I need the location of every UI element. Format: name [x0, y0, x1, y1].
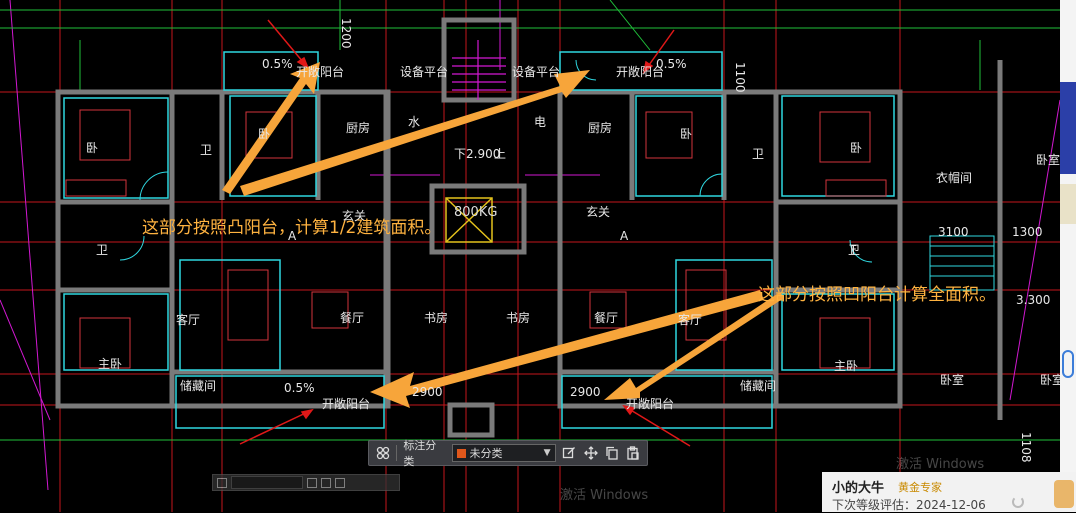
dim-3100: 3100: [938, 225, 969, 239]
right-edge-panel: [1060, 0, 1076, 512]
annotation-convex-balcony: 这部分按照凸阳台，计算1/2建筑面积。: [142, 218, 442, 238]
room-living-left: 客厅: [176, 313, 201, 327]
dim-2900-left: 2900: [412, 385, 443, 399]
open-balcony-label-br: 开敞阳台: [626, 397, 675, 411]
axis-a-right: A: [620, 229, 629, 243]
slope-label-bl: 0.5%: [284, 381, 315, 395]
room-master-left: 主卧: [98, 357, 123, 371]
windows-watermark-right: 激活 Windows: [896, 457, 985, 472]
room-water: 水: [408, 115, 421, 129]
level-evaluation-date: 下次等级评估：2024-12-06: [832, 498, 986, 512]
room-equipment-left: 设备平台: [400, 65, 449, 79]
slope-label-tr: 0.5%: [656, 57, 687, 71]
avatar[interactable]: [1054, 480, 1074, 508]
ghost-grid-icon: [217, 477, 227, 488]
room-bath-3: 卫: [752, 147, 765, 161]
dim-1100: 1100: [733, 62, 747, 93]
room-bedroom-1: 卧: [86, 141, 99, 155]
room-storage-left: 储藏间: [180, 379, 217, 393]
paste-icon[interactable]: [626, 445, 641, 461]
ghost-select: [231, 476, 303, 489]
dim-1300: 1300: [1012, 225, 1043, 239]
category-select-value: 未分类: [469, 447, 503, 460]
room-bedroom-right-1: 卧室: [1036, 153, 1061, 167]
chevron-down-icon: ▼: [543, 448, 551, 458]
room-bath-1: 卫: [200, 143, 213, 157]
dim-1200: 1200: [339, 18, 353, 49]
dim-2900-right: 2900: [570, 385, 601, 399]
copy-icon[interactable]: [604, 445, 619, 461]
move-icon[interactable]: [583, 445, 598, 461]
toolbar-divider: [396, 445, 398, 461]
room-study-right: 书房: [506, 311, 531, 325]
category-color-swatch: [456, 448, 466, 458]
room-study-left: 书房: [424, 311, 449, 325]
slope-label-tl: 0.5%: [262, 57, 293, 71]
room-electric: 电: [534, 115, 547, 129]
room-bedroom-2: 卧: [258, 127, 271, 141]
level-down: 下: [454, 147, 467, 161]
room-bedroom-4: 卧: [850, 141, 863, 155]
category-select[interactable]: 未分类 ▼: [451, 444, 556, 462]
room-bedroom-right-2: 卧室: [940, 373, 965, 387]
user-profile-card[interactable]: 小的大牛 黄金专家 下次等级评估：2024-12-06: [822, 472, 1076, 512]
room-cloakroom: 衣帽间: [936, 171, 973, 185]
room-bath-2: 卫: [96, 243, 109, 257]
room-kitchen-left: 厨房: [346, 121, 371, 135]
ghost-copy-icon: [335, 477, 345, 488]
annotation-concave-balcony: 这部分按照凹阳台计算全面积。: [758, 285, 996, 305]
annotation-toolbar: 标注分类 未分类 ▼: [368, 439, 648, 468]
room-kitchen-right: 厨房: [588, 121, 613, 135]
level-right: 3.300: [1016, 293, 1051, 307]
stair-symbol: [452, 40, 506, 100]
level-up: 上: [494, 147, 507, 161]
right-edge-thumb: [1060, 82, 1076, 174]
room-storage-right: 储藏间: [740, 379, 777, 393]
user-name[interactable]: 小的大牛: [832, 477, 884, 496]
edit-icon[interactable]: [562, 445, 577, 461]
database-icon: [1062, 350, 1074, 378]
toolbar-ghost: [212, 474, 400, 491]
room-dining-left: 餐厅: [340, 311, 365, 325]
category-label: 标注分类: [403, 439, 437, 468]
room-bedroom-3: 卧: [680, 127, 693, 141]
user-badge: 黄金专家: [898, 481, 942, 494]
ghost-move-icon: [321, 477, 331, 488]
elevator-capacity: 800KG: [454, 205, 498, 220]
room-master-right: 主卧: [834, 359, 859, 373]
windows-watermark-left: 激活 Windows: [560, 488, 649, 503]
grid-icon[interactable]: [375, 445, 390, 461]
open-balcony-label-tl: 开敞阳台: [296, 65, 345, 79]
axis-f: F: [850, 243, 857, 257]
room-entry-right: 玄关: [586, 205, 611, 219]
dim-1108: 1108: [1019, 432, 1033, 463]
room-living-right: 客厅: [678, 313, 703, 327]
room-dining-right: 餐厅: [594, 311, 619, 325]
loading-icon: [1012, 496, 1024, 508]
right-edge-card: [1060, 184, 1076, 224]
ghost-edit-icon: [307, 477, 317, 488]
open-balcony-label-bl: 开敞阳台: [322, 397, 371, 411]
room-equipment-right: 设备平台: [512, 65, 561, 79]
